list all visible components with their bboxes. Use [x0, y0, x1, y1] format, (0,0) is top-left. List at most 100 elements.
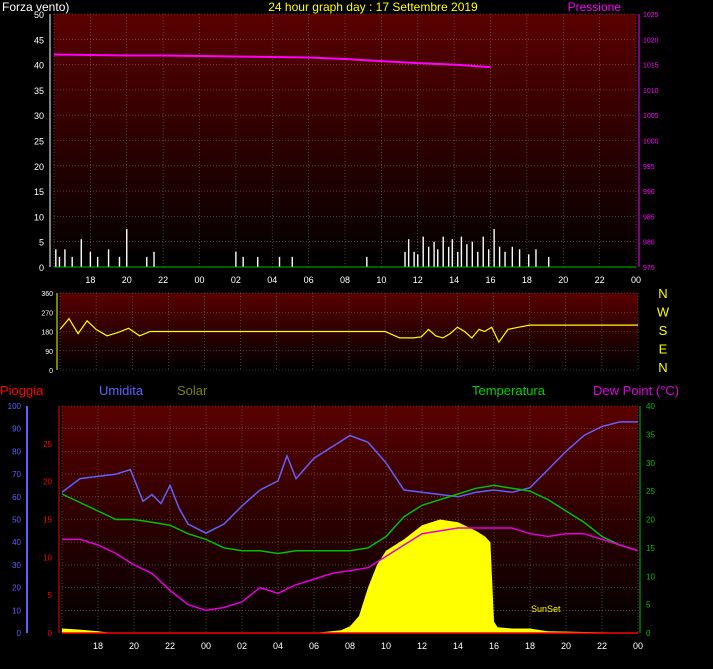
- pressure-tick-label: 1015: [643, 63, 659, 70]
- wind-tick-label: 10: [34, 212, 44, 222]
- humidity-tick-label: 100: [8, 402, 22, 411]
- time-tick-label: 18: [93, 641, 103, 651]
- wind-tick-label: 25: [34, 137, 44, 147]
- weather-graph: 05101520253035404550 9759809859909951000…: [0, 0, 679, 651]
- wind-tick-label: 30: [34, 111, 44, 121]
- temperature-tick-label: 0: [646, 629, 651, 638]
- wind-tick-label: 0: [39, 263, 44, 273]
- time-tick-label: 18: [522, 275, 532, 285]
- compass-letter: N: [658, 360, 667, 375]
- compass-labels: NWSEN: [657, 286, 670, 375]
- time-tick-label: 08: [345, 641, 355, 651]
- pressure-tick-label: 975: [643, 265, 655, 272]
- time-tick-label: 10: [381, 641, 391, 651]
- humidity-tick-label: 10: [12, 606, 21, 615]
- rain-tick-label: 0: [48, 629, 53, 638]
- time-tick-label: 06: [304, 275, 314, 285]
- direction-tick-label: 0: [49, 368, 53, 375]
- wind-left-axis: 05101520253035404550: [34, 10, 51, 273]
- time-tick-label: 22: [165, 641, 175, 651]
- time-tick-label: 18: [85, 275, 95, 285]
- time-tick-label: 16: [489, 641, 499, 651]
- humidity-tick-label: 30: [12, 561, 21, 570]
- humidity-tick-label: 80: [12, 447, 21, 456]
- humidity-tick-label: 0: [17, 629, 22, 638]
- sunset-annotation: SunSet: [531, 604, 561, 614]
- wind-tick-label: 5: [39, 238, 44, 248]
- time-tick-label: 22: [158, 275, 168, 285]
- rain-tick-label: 15: [43, 516, 52, 525]
- direction-tick-label: 180: [41, 330, 53, 337]
- time-tick-label: 06: [309, 641, 319, 651]
- humidity-tick-label: 90: [12, 425, 21, 434]
- pressure-tick-label: 1000: [643, 139, 659, 146]
- compass-letter: N: [658, 286, 667, 301]
- pressure-tick-label: 1005: [643, 113, 659, 120]
- compass-letter: E: [659, 342, 668, 357]
- time-tick-label: 22: [597, 641, 607, 651]
- temperature-tick-label: 30: [646, 459, 655, 468]
- pressure-tick-label: 1020: [643, 37, 659, 44]
- temperature-tick-label: 15: [646, 544, 655, 553]
- wind-tick-label: 35: [34, 86, 44, 96]
- time-tick-label: 20: [558, 275, 568, 285]
- time-tick-label: 14: [449, 275, 459, 285]
- solar-label: Solar: [177, 383, 208, 398]
- temperature-tick-label: 40: [646, 402, 655, 411]
- humidity-tick-label: 20: [12, 584, 21, 593]
- pressure-tick-label: 990: [643, 189, 655, 196]
- pressure-tick-label: 1010: [643, 88, 659, 95]
- wind-tick-label: 45: [34, 35, 44, 45]
- wind-tick-label: 40: [34, 61, 44, 71]
- time-tick-label: 10: [376, 275, 386, 285]
- time-tick-label: 18: [525, 641, 535, 651]
- time-tick-label: 20: [561, 641, 571, 651]
- time-tick-label: 12: [413, 275, 423, 285]
- wind-tick-label: 15: [34, 187, 44, 197]
- pressure-tick-label: 1025: [643, 12, 659, 19]
- temperature-label: Temperatura: [472, 383, 546, 398]
- temperature-tick-label: 5: [646, 601, 651, 610]
- pressure-tick-label: 985: [643, 214, 655, 221]
- compass-letter: S: [659, 323, 668, 338]
- time-tick-label: 04: [267, 275, 277, 285]
- time-tick-label: 00: [633, 641, 643, 651]
- temperature-tick-label: 10: [646, 572, 655, 581]
- climate-x-axis: 18 20 22 00 02 04 06 08 10 12 14 16 18 20 22 00: [93, 641, 643, 651]
- time-tick-label: 14: [453, 641, 463, 651]
- humidity-label: Umidita: [99, 383, 144, 398]
- direction-tick-label: 270: [41, 310, 53, 317]
- temperature-tick-label: 25: [646, 487, 655, 496]
- humidity-tick-label: 70: [12, 470, 21, 479]
- wind-axis-title: Forza vento): [2, 0, 69, 14]
- time-tick-label: 02: [237, 641, 247, 651]
- time-tick-label: 00: [631, 275, 641, 285]
- rain-label: Pioggia: [0, 383, 44, 398]
- pressure-tick-label: 980: [643, 240, 655, 247]
- rain-tick-label: 5: [48, 591, 53, 600]
- pressure-axis-title: Pressione: [568, 0, 622, 14]
- direction-tick-label: 360: [41, 291, 53, 298]
- chart-title: 24 hour graph day : 17 Settembre 2019: [268, 0, 478, 14]
- rain-tick-label: 20: [43, 478, 52, 487]
- wind-x-axis: 18 20 22 00 02 04 06 08 10 12 14 16 18 20 22 00: [54, 266, 641, 285]
- time-tick-label: 00: [194, 275, 204, 285]
- time-tick-label: 20: [122, 275, 132, 285]
- humidity-tick-label: 50: [12, 516, 21, 525]
- time-tick-label: 00: [201, 641, 211, 651]
- pressure-right-axis: 975 980 985 990 995 1000 1005 1010 1015 1020 1025: [638, 12, 659, 272]
- time-tick-label: 16: [485, 275, 495, 285]
- temperature-tick-label: 20: [646, 516, 655, 525]
- time-tick-label: 20: [129, 641, 139, 651]
- time-tick-label: 04: [273, 641, 283, 651]
- rain-tick-label: 10: [43, 553, 52, 562]
- time-tick-label: 12: [417, 641, 427, 651]
- dewpoint-label: Dew Point (°C): [593, 383, 679, 398]
- time-tick-label: 22: [595, 275, 605, 285]
- humidity-tick-label: 60: [12, 493, 21, 502]
- direction-tick-label: 90: [45, 349, 53, 356]
- direction-axis: 0 90 180 270 360: [41, 291, 58, 375]
- rain-tick-label: 25: [43, 440, 52, 449]
- time-tick-label: 08: [340, 275, 350, 285]
- time-tick-label: 02: [231, 275, 241, 285]
